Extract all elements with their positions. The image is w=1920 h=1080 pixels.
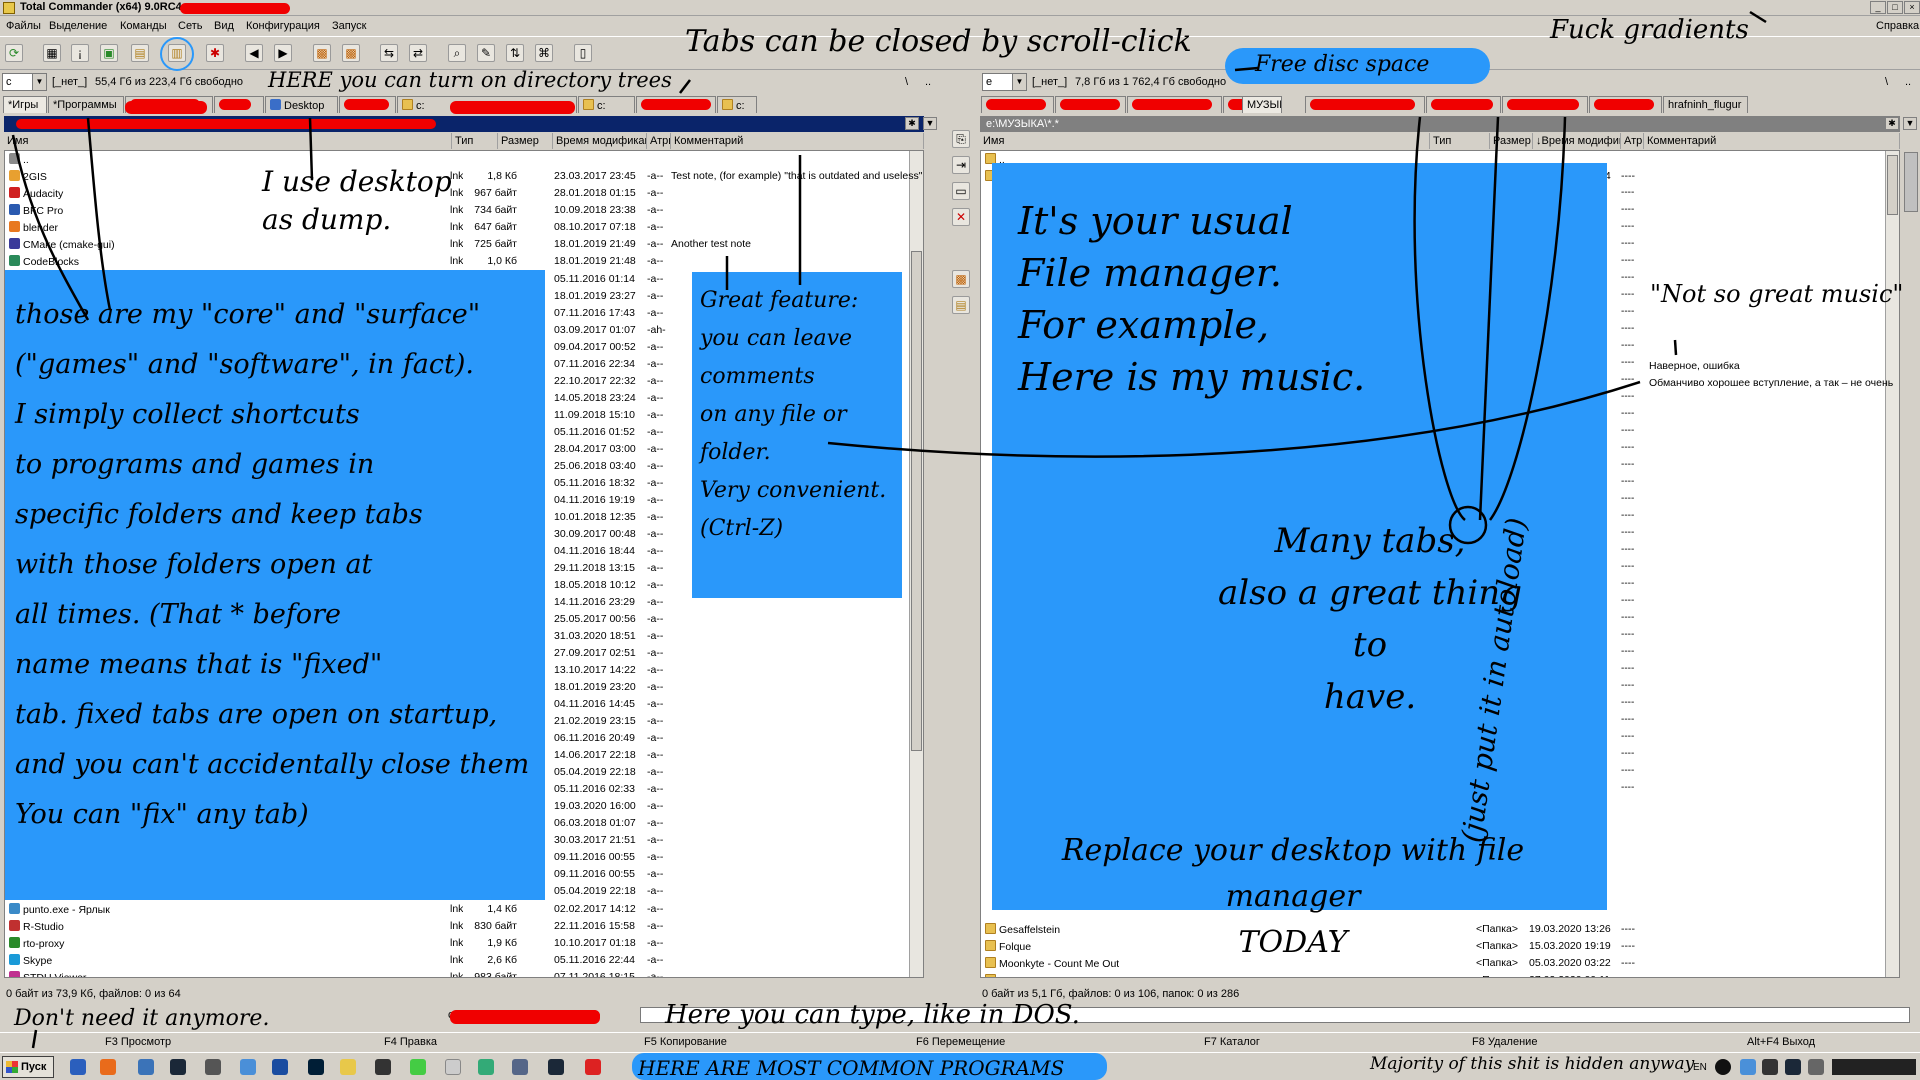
- annotation-arrows: [11, 10, 1767, 1049]
- arrow-tab-2: [1478, 116, 1500, 521]
- arrow-tab-3: [1488, 116, 1567, 521]
- arrow-start-button: [31, 1029, 38, 1049]
- arrow-desktop-tab: [308, 117, 314, 181]
- arrow-tree-icon: [679, 79, 691, 94]
- arrow-programs-tab: [86, 117, 112, 311]
- arrow-circle: [1448, 505, 1488, 545]
- arrow-free-space: [1234, 66, 1259, 72]
- arrow-gradients: [1749, 10, 1767, 24]
- arrow-not-great: [1673, 339, 1678, 356]
- arrow-games-tab: [11, 134, 90, 321]
- arrow-to-comment: [827, 380, 1641, 458]
- arrow-tab-1: [1413, 116, 1466, 521]
